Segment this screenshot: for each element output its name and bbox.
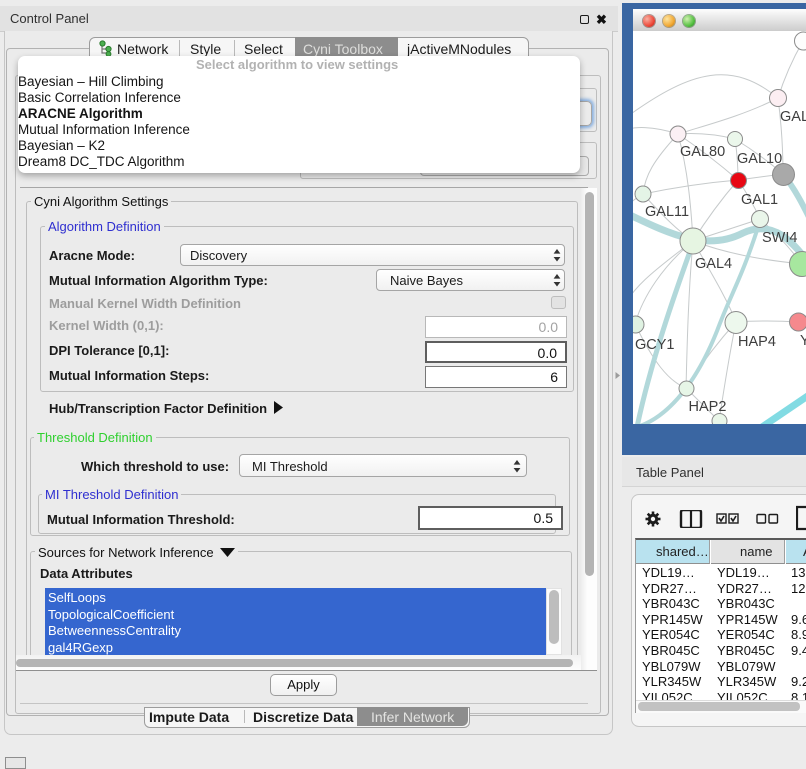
svg-text:GAL10: GAL10 (737, 151, 782, 167)
svg-text:GAL2: GAL2 (780, 109, 806, 125)
svg-text:Y: Y (800, 333, 806, 349)
svg-text:GAL4: GAL4 (695, 256, 732, 272)
svg-text:HAP4: HAP4 (738, 334, 776, 350)
svg-text:GCY1: GCY1 (635, 337, 675, 353)
svg-text:GAL80: GAL80 (680, 144, 725, 160)
svg-text:HAP2: HAP2 (689, 399, 727, 415)
svg-text:GAL1: GAL1 (741, 192, 778, 208)
svg-text:SWI4: SWI4 (762, 230, 797, 246)
svg-text:GAL11: GAL11 (645, 204, 689, 220)
